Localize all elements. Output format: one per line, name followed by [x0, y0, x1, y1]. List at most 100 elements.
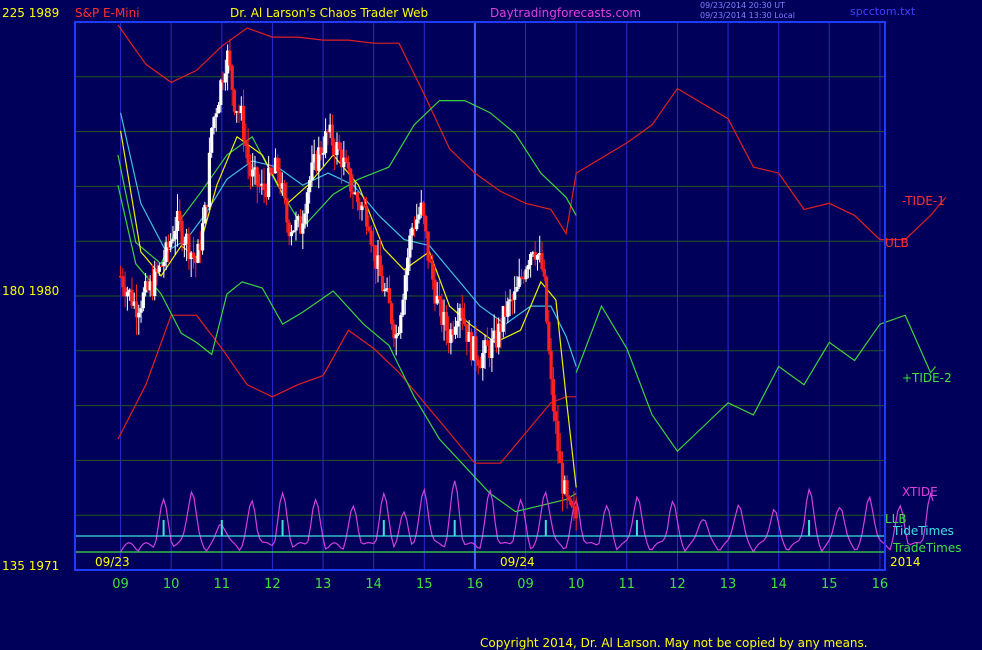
price-bar-body-193 [558, 450, 562, 463]
timestamp-ut: 09/23/2014 20:30 UT [700, 1, 785, 10]
price-bar-body-10 [141, 292, 145, 309]
series-label-tide1: -TIDE-1 [902, 194, 945, 208]
price-bar-body-200 [574, 506, 578, 519]
price-bar-body-125 [403, 275, 407, 300]
price-bar-body-140 [437, 295, 442, 300]
price-bar-body-136 [428, 260, 432, 263]
x-tick-label-7: 16 [467, 577, 484, 592]
price-bar-body-73 [285, 198, 289, 223]
price-bar-body-49 [230, 65, 234, 90]
x-tick-label-13: 14 [770, 577, 787, 592]
price-bar-body-124 [401, 299, 405, 316]
x-tick-label-9: 10 [568, 577, 585, 592]
price-bar-body-118 [387, 288, 391, 304]
x-tick-label-6: 15 [416, 577, 433, 592]
price-bar-body-163 [490, 338, 494, 358]
price-bar-body-183 [535, 255, 540, 260]
price-bar-body-26 [178, 210, 182, 222]
price-bar-body-104 [355, 192, 360, 202]
price-bar-body-187 [544, 276, 549, 322]
price-bar-body-48 [228, 50, 232, 66]
price-bar-body-114 [378, 255, 382, 276]
price-bar-body-3 [125, 291, 129, 297]
price-bar-body-37 [203, 204, 207, 224]
price-bar-body-42 [214, 113, 218, 118]
price-bar-body-32 [191, 252, 196, 258]
date-label-second: 09/24 [500, 555, 535, 569]
x-tick-label-15: 16 [872, 577, 889, 592]
price-bar-body-63 [262, 183, 266, 190]
price-bar-body-192 [556, 420, 560, 451]
price-bar-body-99 [344, 157, 348, 163]
y-axis-mid-label: 180 1980 [2, 284, 59, 298]
price-bar-body-137 [431, 262, 435, 280]
x-tick-label-0: 09 [112, 577, 129, 592]
price-bar-body-44 [219, 80, 223, 106]
price-bar-body-50 [232, 89, 237, 112]
price-bar-body-84 [310, 162, 314, 181]
price-bar-body-1 [121, 276, 125, 288]
price-bar-body-41 [212, 117, 216, 128]
site-link[interactable]: Daytradingforecasts.com [490, 6, 641, 20]
price-bar-body-110 [369, 230, 373, 245]
price-bar-body-180 [529, 254, 533, 266]
price-bar-body-39 [207, 152, 212, 208]
price-bar-body-58 [251, 169, 255, 177]
price-bar-body-156 [474, 336, 478, 361]
price-bar-body-101 [349, 168, 353, 192]
price-bar-body-127 [408, 235, 412, 258]
price-bar-body-197 [567, 496, 571, 501]
price-bar-body-109 [367, 226, 371, 231]
price-bar-body-126 [406, 257, 410, 276]
price-bar-body-178 [524, 269, 528, 280]
x-tick-label-1: 10 [163, 577, 180, 592]
price-bar-body-56 [246, 145, 250, 164]
series-label-trade-times: TradeTimes [892, 541, 961, 555]
price-bar-body-55 [244, 139, 248, 146]
price-bar-body-72 [282, 183, 287, 199]
price-bar-body-196 [565, 480, 569, 497]
y-axis-top-label: 225 1989 [2, 6, 59, 20]
price-bar-body-93 [330, 124, 335, 146]
y-axis-bottom-label: 135 1971 [2, 559, 59, 573]
copyright: Copyright 2014, Dr. Al Larson. May not b… [480, 636, 868, 650]
price-bar-body-22 [169, 241, 173, 248]
price-bar-body-190 [551, 379, 556, 412]
price-bar-body-191 [554, 411, 558, 421]
x-tick-label-8: 09 [517, 577, 534, 592]
x-tick-label-12: 13 [720, 577, 737, 592]
file-name: spcctom.txt [850, 5, 916, 18]
price-bar-body-185 [540, 253, 544, 270]
price-bar-body-46 [223, 73, 227, 83]
series-label-tide2: +TIDE-2 [902, 371, 952, 385]
x-tick-label-4: 13 [315, 577, 332, 592]
price-bar-body-75 [289, 232, 294, 237]
price-bar-body-19 [162, 262, 166, 267]
price-bar-body-143 [444, 311, 448, 331]
series-label-tide-times: TideTimes [892, 524, 954, 538]
price-bar-body-115 [380, 275, 385, 292]
price-bar-body-159 [481, 352, 485, 369]
price-bar-body-80 [301, 223, 305, 234]
price-bar-body-179 [526, 265, 530, 270]
price-bar-body-157 [476, 360, 480, 366]
price-bar-body-161 [485, 340, 489, 346]
price-bar-body-186 [542, 269, 546, 277]
price-bar-body-173 [513, 291, 517, 300]
price-bar-body-147 [453, 326, 458, 335]
chart-title: Dr. Al Larson's Chaos Trader Web [230, 6, 428, 20]
price-bar-body-82 [305, 192, 309, 214]
price-bar-body-100 [346, 162, 350, 169]
chart-canvas: 225 1989 S&P E-Mini Dr. Al Larson's Chao… [0, 0, 982, 650]
timestamp-local: 09/23/2014 13:30 Local [700, 11, 795, 20]
price-bar-body-40 [210, 127, 214, 153]
series-label-xtide: XTIDE [902, 485, 938, 499]
price-bar-body-61 [257, 185, 262, 188]
price-bar-body-108 [365, 205, 369, 227]
series-label-ulb: ULB [885, 236, 909, 250]
x-tick-label-11: 12 [669, 577, 686, 592]
price-bar-body-69 [276, 157, 280, 172]
date-label-first: 09/23 [95, 555, 130, 569]
price-bar-body-28 [182, 243, 186, 246]
price-bar-body-116 [383, 289, 387, 292]
